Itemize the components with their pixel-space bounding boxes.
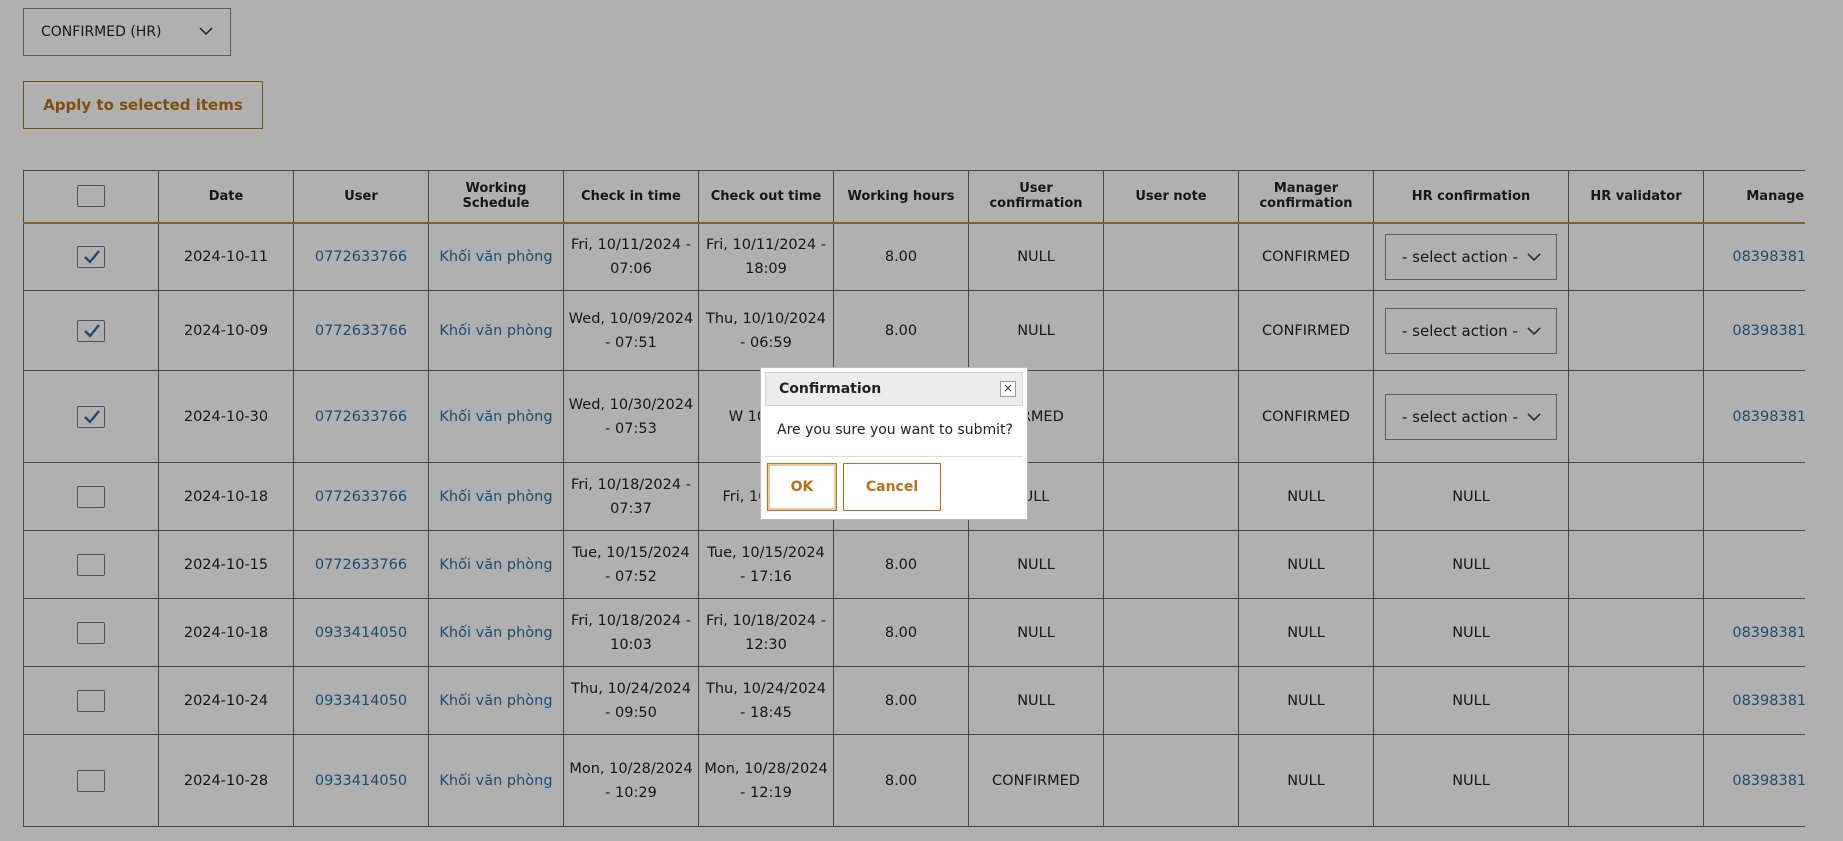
confirmation-dialog: Confirmation × Are you sure you want to … bbox=[760, 367, 1028, 520]
dialog-message: Are you sure you want to submit? bbox=[777, 422, 1013, 438]
cancel-button[interactable]: Cancel bbox=[843, 463, 941, 511]
page: CONFIRMED (HR) Apply to selected items D… bbox=[0, 0, 1843, 841]
close-icon[interactable]: × bbox=[1000, 381, 1016, 397]
dialog-title: Confirmation bbox=[779, 381, 882, 397]
dialog-divider bbox=[765, 456, 1023, 457]
dialog-header: Confirmation × bbox=[765, 372, 1023, 406]
ok-button[interactable]: OK bbox=[767, 463, 837, 511]
